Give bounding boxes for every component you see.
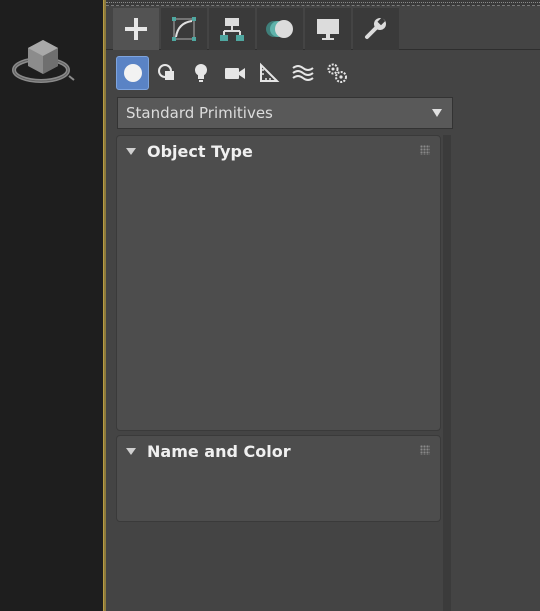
collapse-triangle-icon — [126, 147, 136, 155]
subtab-space-warps[interactable] — [286, 56, 319, 90]
tab-hierarchy[interactable] — [209, 8, 255, 50]
rollout-header-object-type[interactable]: Object Type — [117, 136, 440, 166]
subtab-geometry[interactable] — [116, 56, 149, 90]
viewport[interactable] — [0, 0, 103, 611]
rollout-object-type: Object Type — [116, 135, 441, 431]
subtab-systems[interactable] — [320, 56, 353, 90]
helpers-ruler-icon — [259, 62, 279, 82]
tab-modify[interactable] — [161, 8, 207, 50]
create-plus-icon — [125, 18, 147, 40]
rollout-title: Object Type — [147, 141, 253, 161]
tab-create[interactable] — [113, 8, 159, 50]
panel-drag-strip[interactable] — [106, 0, 540, 6]
tab-motion[interactable] — [257, 8, 303, 50]
rollout-title: Name and Color — [147, 441, 291, 461]
command-panel-tabs — [106, 8, 540, 50]
dropdown-selected-value: Standard Primitives — [126, 104, 273, 122]
rollout-grip-icon[interactable] — [420, 445, 430, 455]
cameras-icon — [224, 68, 245, 79]
rollout-header-name-and-color[interactable]: Name and Color — [117, 436, 440, 466]
create-category-subtabs — [116, 56, 353, 90]
subtab-cameras[interactable] — [218, 56, 251, 90]
subtab-shapes[interactable] — [150, 56, 183, 90]
systems-gears-icon — [327, 63, 347, 83]
utilities-wrench-icon — [365, 17, 386, 39]
modify-curve-icon — [172, 17, 196, 41]
space-warps-icon — [291, 65, 314, 81]
motion-icon — [266, 20, 293, 38]
viewcube-icon[interactable] — [10, 30, 80, 94]
collapse-triangle-icon — [126, 447, 136, 455]
chevron-down-icon — [432, 109, 442, 117]
display-monitor-icon — [317, 19, 339, 40]
command-panel: Standard Primitives Object Type Name and… — [106, 0, 540, 611]
geometry-sphere-icon — [123, 64, 142, 82]
hierarchy-icon — [220, 18, 244, 41]
shapes-icon — [157, 64, 174, 80]
tab-utilities[interactable] — [353, 8, 399, 50]
lights-bulb-icon — [194, 64, 207, 82]
rollout-name-and-color: Name and Color — [116, 435, 441, 522]
rollout-grip-icon[interactable] — [420, 145, 430, 155]
tab-display[interactable] — [305, 8, 351, 50]
subtab-helpers[interactable] — [252, 56, 285, 90]
subtab-lights[interactable] — [184, 56, 217, 90]
object-category-dropdown[interactable]: Standard Primitives — [117, 97, 453, 129]
panel-scrollbar[interactable] — [443, 135, 451, 611]
